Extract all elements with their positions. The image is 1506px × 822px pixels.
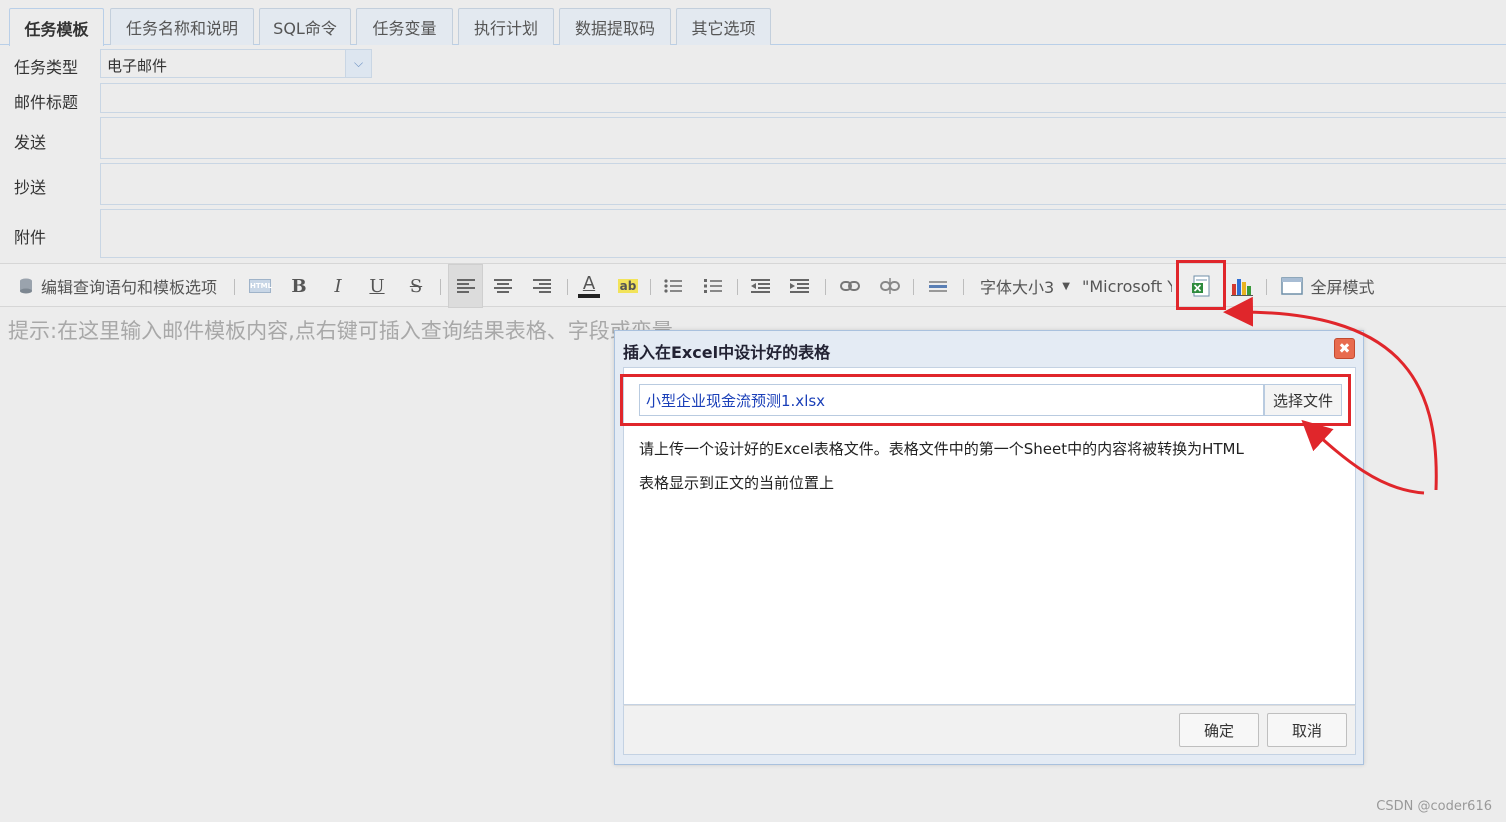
dialog-description-line2: 表格显示到正文的当前位置上 [639,474,835,492]
database-icon [20,278,32,294]
separator [963,279,964,295]
bold-button[interactable]: B [286,264,312,308]
separator [913,279,914,295]
highlight-icon: ab [617,279,639,293]
separator [567,279,568,295]
edit-query-label: 编辑查询语句和模板选项 [41,278,218,297]
to-input[interactable] [100,117,1506,159]
separator [440,279,441,295]
separator [1266,279,1267,295]
cc-label: 抄送 [14,178,47,197]
dialog-title: 插入在Excel中设计好的表格 [623,343,831,362]
task-type-label: 任务类型 [14,58,79,77]
edit-query-button[interactable]: 编辑查询语句和模板选项 [16,264,226,308]
indent-icon [790,279,809,293]
outdent-icon [751,279,770,293]
to-label: 发送 [14,133,47,152]
tab-task-template[interactable]: 任务模板 [9,8,104,46]
separator [650,279,651,295]
tab-task-name[interactable]: 任务名称和说明 [110,8,254,45]
separator [825,279,826,295]
attachment-label: 附件 [14,228,47,247]
html-icon: HTML [249,279,272,293]
horizontal-rule-icon [929,281,947,292]
cancel-button[interactable]: 取消 [1267,713,1347,747]
bar-chart-icon [1231,279,1253,296]
excel-button-highlight [1176,260,1226,310]
editor-toolbar: 编辑查询语句和模板选项 HTML B I U S A ab 字体大小3 ▼ "M… [0,263,1506,308]
cc-input[interactable] [100,163,1506,205]
align-left-button[interactable] [448,264,483,308]
align-right-icon [533,279,551,293]
dialog-description-line1: 请上传一个设计好的Excel表格文件。表格文件中的第一个Sheet中的内容将被转… [639,440,1244,458]
tab-bar: 任务模板 任务名称和说明 SQL命令 任务变量 执行计划 数据提取码 其它选项 [0,0,1506,46]
horizontal-rule-button[interactable] [925,264,951,308]
align-center-icon [494,279,512,293]
font-family-dropdown[interactable]: "Microsoft Ya [1082,264,1172,308]
font-color-swatch [578,293,600,298]
highlight-button[interactable]: ab [614,264,642,308]
strikethrough-button[interactable]: S [403,264,429,308]
font-size-dropdown[interactable]: 字体大小3 ▼ [975,264,1075,308]
font-family-value: "Microsoft Ya [1082,276,1172,296]
bullet-list-button[interactable] [660,264,686,308]
separator [234,279,235,295]
tab-sql[interactable]: SQL命令 [259,8,351,45]
tab-schedule[interactable]: 执行计划 [458,8,554,45]
dialog-footer: 确定 取消 [623,705,1356,755]
outdent-button[interactable] [748,264,774,308]
unlink-icon [880,278,900,294]
font-color-icon: A [582,272,596,294]
html-source-button[interactable]: HTML [246,264,274,308]
link-icon [840,281,860,291]
tab-variables[interactable]: 任务变量 [356,8,453,45]
close-icon[interactable]: ✖ [1334,338,1355,359]
separator [737,279,738,295]
font-color-button[interactable]: A [575,264,603,308]
align-left-icon [456,279,475,293]
align-right-button[interactable] [529,264,555,308]
insert-chart-button[interactable] [1228,264,1256,308]
link-button[interactable] [836,264,864,308]
subject-input[interactable] [100,83,1506,113]
tab-extract-code[interactable]: 数据提取码 [559,8,671,45]
task-type-select[interactable]: 电子邮件 ⌵ [100,49,372,78]
underline-button[interactable]: U [364,264,390,308]
ok-button[interactable]: 确定 [1179,713,1259,747]
fullscreen-label: 全屏模式 [1310,278,1375,297]
bullet-list-icon [664,279,682,293]
chevron-down-icon[interactable]: ⌵ [345,50,371,77]
unlink-button[interactable] [876,264,904,308]
watermark: CSDN @coder616 [1376,799,1492,814]
indent-button[interactable] [787,264,813,308]
numbered-list-icon [704,279,722,293]
fullscreen-button[interactable]: 全屏模式 [1278,264,1378,308]
file-input-highlight [620,374,1351,426]
numbered-list-button[interactable] [700,264,726,308]
italic-button[interactable]: I [325,264,351,308]
tab-other-options[interactable]: 其它选项 [676,8,771,45]
align-center-button[interactable] [490,264,516,308]
fullscreen-icon [1281,277,1304,295]
caret-down-icon: ▼ [1062,280,1070,292]
task-type-value: 电子邮件 [107,57,168,75]
font-size-value: 字体大小3 [980,278,1055,297]
editor-hint: 提示:在这里输入邮件模板内容,点右键可插入查询结果表格、字段或变量 [8,319,673,343]
attachment-input[interactable] [100,209,1506,258]
subject-label: 邮件标题 [14,93,79,112]
